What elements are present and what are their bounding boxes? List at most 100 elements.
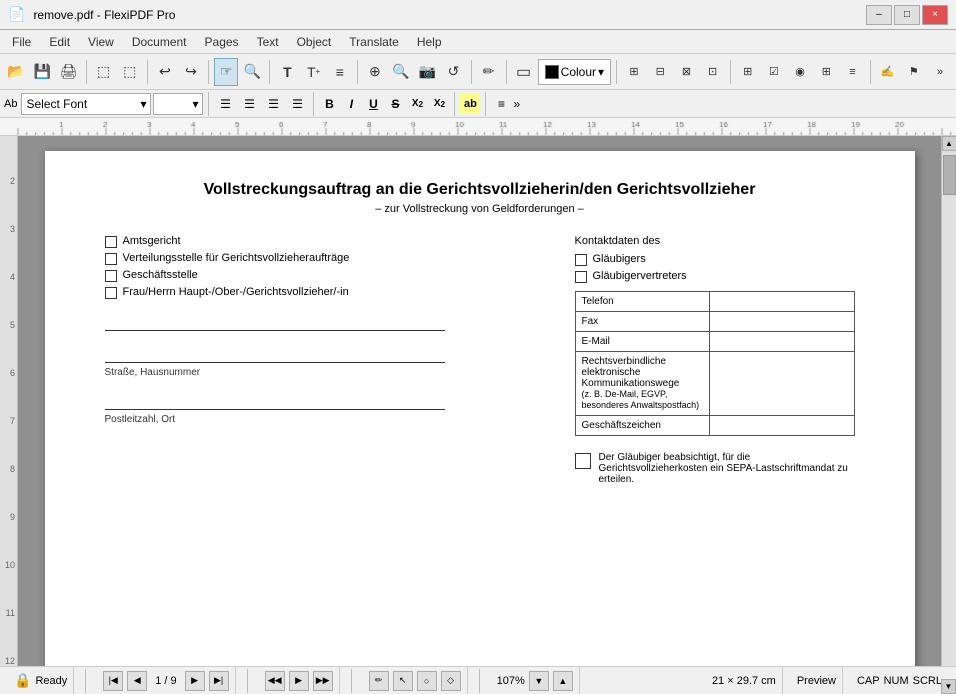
align-center-button[interactable]: ☰ [238, 93, 260, 115]
font-size-select[interactable]: ▾ [153, 93, 203, 115]
search-tool[interactable]: 🔍 [389, 58, 413, 86]
checkbox-geschaeftsstelle-box[interactable] [105, 270, 117, 282]
play-back-button[interactable]: ◀◀ [265, 671, 285, 691]
select-tool[interactable]: 🔍 [240, 58, 264, 86]
more-format-icon[interactable]: » [513, 97, 520, 111]
last-page-button[interactable]: ▶| [209, 671, 229, 691]
toolbar-separator-8 [616, 60, 617, 84]
format-toolbar: Ab Select Font ▾ ▾ ☰ ☰ ☰ ☰ B I U S X2 X2… [0, 90, 956, 118]
table-row-fax: Fax [575, 312, 854, 332]
menu-object[interactable]: Object [289, 33, 340, 51]
address-line-1[interactable] [105, 311, 445, 331]
print-button[interactable]: 🖨 [56, 58, 80, 86]
more-button[interactable]: » [928, 58, 952, 86]
zoom-down-button[interactable]: ▼ [529, 671, 549, 691]
more-format-button[interactable]: ≡ [491, 94, 511, 114]
scroll-down-button[interactable]: ▼ [941, 679, 956, 694]
maximize-button[interactable]: □ [894, 5, 920, 25]
checkbox-glaubigervertreters-box[interactable] [575, 271, 587, 283]
prev-page-button[interactable]: ◀ [127, 671, 147, 691]
telefon-value[interactable] [709, 292, 854, 312]
scroll-thumb[interactable] [943, 155, 956, 195]
sepa-section: Der Gläubiger beabsichtigt, für die Geri… [575, 452, 855, 485]
checkbox-verteilungsstelle-box[interactable] [105, 253, 117, 265]
list-tool[interactable]: ≡ [840, 58, 864, 86]
font-dropdown-icon[interactable]: ▾ [140, 97, 146, 111]
cursor-tool-status[interactable]: ↖ [393, 671, 413, 691]
address-city[interactable] [105, 390, 445, 410]
field-tool[interactable]: ⊞ [736, 58, 760, 86]
next-page-button[interactable]: ▶ [185, 671, 205, 691]
combo-tool[interactable]: ⊞ [814, 58, 838, 86]
menu-edit[interactable]: Edit [41, 33, 78, 51]
annot-tool[interactable]: ⚑ [902, 58, 926, 86]
menu-translate[interactable]: Translate [341, 33, 407, 51]
menu-file[interactable]: File [4, 33, 39, 51]
export-tool[interactable]: ⊠ [674, 58, 698, 86]
check-tool[interactable]: ☑ [762, 58, 786, 86]
email-value[interactable] [709, 332, 854, 352]
scroll-up-button[interactable]: ▲ [942, 136, 956, 151]
address-street[interactable] [105, 343, 445, 363]
checkbox-amtsgericht-box[interactable] [105, 236, 117, 248]
save-button[interactable]: 💾 [30, 58, 54, 86]
colour-dropdown-icon[interactable]: ▾ [598, 65, 604, 79]
pen-tool[interactable]: ✏ [476, 58, 500, 86]
fax-value[interactable] [709, 312, 854, 332]
underline-button[interactable]: U [363, 94, 383, 114]
undo-button[interactable]: ↩ [153, 58, 177, 86]
close-button[interactable]: × [922, 5, 948, 25]
subscript-button[interactable]: X2 [429, 94, 449, 114]
circle-tool-status[interactable]: ○ [417, 671, 437, 691]
menu-view[interactable]: View [80, 33, 122, 51]
align-left-button[interactable]: ☰ [214, 93, 236, 115]
pencil-tool-status[interactable]: ✏ [369, 671, 389, 691]
align-right-button[interactable]: ☰ [262, 93, 284, 115]
play-button[interactable]: ▶ [289, 671, 309, 691]
hand-tool[interactable]: ☞ [214, 58, 238, 86]
superscript-button[interactable]: X2 [407, 94, 427, 114]
left-column: Amtsgericht Verteilungsstelle für Gerich… [105, 235, 555, 485]
paste-button[interactable]: ⬚ [118, 58, 142, 86]
image-tool[interactable]: 📷 [415, 58, 439, 86]
link-tool[interactable]: ⊞ [622, 58, 646, 86]
sign-tool[interactable]: ✍ [875, 58, 899, 86]
play-forward-button[interactable]: ▶▶ [313, 671, 333, 691]
redo-button[interactable]: ↪ [179, 58, 203, 86]
radio-tool[interactable]: ◉ [788, 58, 812, 86]
first-page-button[interactable]: |◀ [103, 671, 123, 691]
import-tool[interactable]: ⊡ [701, 58, 725, 86]
zoom-up-button[interactable]: ▲ [553, 671, 573, 691]
toolbar-separator-10 [870, 60, 871, 84]
text-tool[interactable]: T [275, 58, 299, 86]
bold-button[interactable]: B [319, 94, 339, 114]
colour-button[interactable]: Colour ▾ [538, 59, 611, 85]
sepa-checkbox[interactable] [575, 453, 591, 469]
open-button[interactable]: 📂 [4, 58, 28, 86]
bookmark-tool[interactable]: ⊟ [648, 58, 672, 86]
copy-button[interactable]: ⬚ [91, 58, 115, 86]
geschaeftszeichen-label: Geschäftszeichen [575, 416, 709, 436]
text-add-tool[interactable]: T+ [301, 58, 325, 86]
rotate-tool[interactable]: ↺ [441, 58, 465, 86]
font-select[interactable]: Select Font ▾ [21, 93, 151, 115]
align-justify-button[interactable]: ☰ [286, 93, 308, 115]
font-size-dropdown-icon[interactable]: ▾ [192, 97, 198, 111]
checkbox-glaubigers-box[interactable] [575, 254, 587, 266]
geschaeftszeichen-value[interactable] [709, 416, 854, 436]
menu-help[interactable]: Help [409, 33, 450, 51]
rect-tool[interactable]: ▭ [511, 58, 535, 86]
minimize-button[interactable]: – [866, 5, 892, 25]
menu-text[interactable]: Text [249, 33, 287, 51]
checkbox-frau-herrn-box[interactable] [105, 287, 117, 299]
zoom-tool[interactable]: ⊕ [363, 58, 387, 86]
diamond-tool-status[interactable]: ◇ [441, 671, 461, 691]
italic-button[interactable]: I [341, 94, 361, 114]
menu-document[interactable]: Document [124, 33, 195, 51]
highlight-button[interactable]: ab [460, 94, 480, 114]
strikethrough-button[interactable]: S [385, 94, 405, 114]
menu-pages[interactable]: Pages [197, 33, 247, 51]
document-area[interactable]: Vollstreckungsauftrag an die Gerichtsvol… [18, 136, 941, 666]
kommunikation-value[interactable] [709, 352, 854, 416]
text-format-tool[interactable]: ≡ [328, 58, 352, 86]
